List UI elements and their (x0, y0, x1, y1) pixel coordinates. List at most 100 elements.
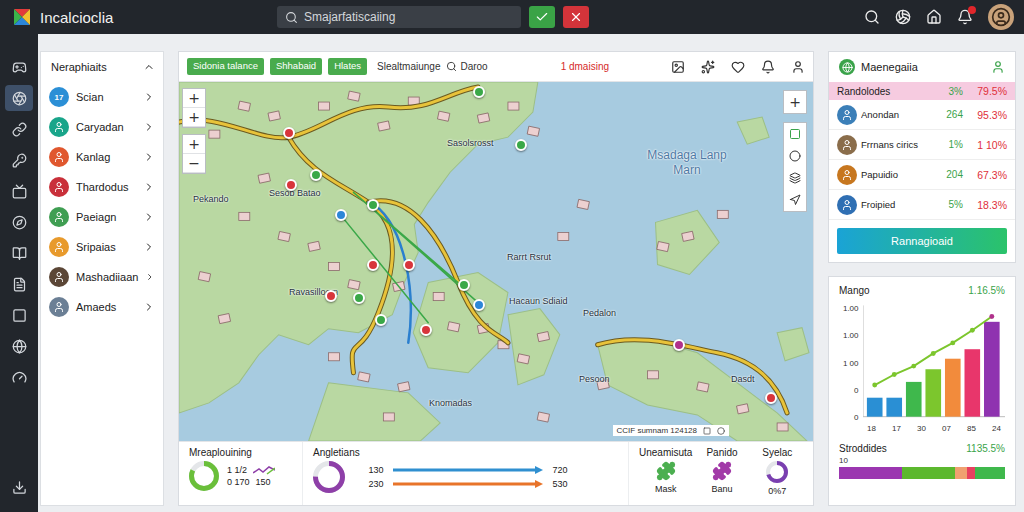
rail-button[interactable] (5, 474, 33, 500)
zoom-button[interactable]: + (183, 135, 205, 154)
map-pin[interactable] (403, 259, 415, 271)
zoom-button[interactable]: + (183, 108, 205, 127)
bell-icon[interactable] (761, 60, 775, 74)
sidebar-item[interactable]: Amaeds (41, 292, 163, 322)
trend-stroke (393, 466, 543, 474)
map-pin[interactable] (285, 179, 297, 191)
zoom-button[interactable]: − (183, 154, 205, 173)
filter-tag[interactable]: Shhabaid (270, 58, 322, 74)
download-icon (12, 480, 27, 495)
table-header: Randolodes3%79.5% (829, 82, 1015, 100)
tool-button[interactable] (784, 123, 806, 145)
trend-ring (313, 461, 345, 493)
rail-button[interactable] (5, 333, 33, 359)
image-icon[interactable] (671, 60, 685, 74)
rail-button[interactable] (5, 302, 33, 328)
sidebar-item[interactable]: Caryadan (41, 112, 163, 142)
item-label: Mashadiiaan (76, 271, 138, 283)
sidebar-header[interactable]: Neraphiaits (41, 52, 163, 82)
zoom-button[interactable]: + (183, 89, 205, 108)
row-avatar (837, 165, 857, 185)
table-row[interactable]: Papuidio20467.3% (829, 160, 1015, 190)
rail-button[interactable] (5, 54, 33, 80)
user-icon[interactable] (991, 60, 1005, 74)
map-pin[interactable] (458, 279, 470, 291)
search-icon[interactable] (864, 9, 880, 25)
rail-button[interactable] (5, 116, 33, 142)
heart-icon[interactable] (731, 60, 745, 74)
person-icon (53, 301, 65, 313)
map-canvas[interactable] (179, 82, 813, 441)
bar (964, 349, 980, 416)
rail-button[interactable] (5, 271, 33, 297)
map-pin[interactable] (515, 139, 527, 151)
table-row[interactable]: Frrnans cirics1%1 10% (829, 130, 1015, 160)
sidebar-item[interactable]: 17Scian (41, 82, 163, 112)
bar-segment (975, 467, 1005, 479)
rail-button[interactable] (5, 85, 33, 111)
person-icon (53, 211, 65, 223)
map[interactable]: Msadaga Lanp MarnPekandoSesob BataoSasol… (179, 82, 813, 441)
map-search[interactable]: Daroo (446, 61, 487, 72)
user-avatar[interactable] (988, 4, 1014, 30)
map-pin[interactable] (673, 339, 685, 351)
chevron-right-icon (143, 211, 155, 223)
sidebar-item[interactable]: Kanlag (41, 142, 163, 172)
confirm-button[interactable] (529, 6, 555, 28)
tool-button[interactable] (784, 189, 806, 211)
map-pin[interactable] (325, 290, 337, 302)
sidebar-item[interactable]: Thardodus (41, 172, 163, 202)
map-pin[interactable] (367, 259, 379, 271)
map-pin[interactable] (367, 199, 379, 211)
summary-tile[interactable]: UneamisutaMask (639, 447, 692, 500)
sidebar-item[interactable]: Sripaias (41, 232, 163, 262)
filter-tag[interactable]: Sidonia talance (187, 58, 264, 74)
user-icon[interactable] (791, 60, 805, 74)
filter-tag[interactable]: Hlates (328, 58, 367, 74)
bar (925, 369, 941, 416)
map-pin[interactable] (473, 86, 485, 98)
tool-button[interactable] (784, 167, 806, 189)
map-pin[interactable] (335, 209, 347, 221)
map-pin[interactable] (420, 324, 432, 336)
add-button[interactable]: + (784, 91, 806, 113)
map-pin[interactable] (473, 299, 485, 311)
map-pin[interactable] (310, 169, 322, 181)
aperture-icon (12, 91, 27, 106)
rail-button[interactable] (5, 209, 33, 235)
ball-icon[interactable] (895, 9, 911, 25)
icon-rail (0, 34, 38, 512)
cancel-button[interactable] (563, 6, 589, 28)
table-row[interactable]: Anondan26495.3% (829, 100, 1015, 130)
primary-button[interactable]: Rannagioaid (837, 228, 1007, 254)
rail-button[interactable] (5, 240, 33, 266)
summary-row: Mreaplouining1 1/20 170150Angletians1307… (179, 441, 813, 505)
search-field[interactable]: Smajarfatiscaiing (277, 6, 521, 28)
map-pin[interactable] (283, 127, 295, 139)
notifications[interactable] (957, 9, 973, 25)
table-row[interactable]: Froipied5%18.3% (829, 190, 1015, 220)
bar (905, 382, 921, 417)
map-pin[interactable] (353, 292, 365, 304)
map-tools: + (783, 90, 807, 212)
sparkle-icon[interactable] (701, 60, 715, 74)
chart-card: Mango1.16.5%1.001.001 0000181730078524St… (828, 276, 1016, 506)
map-scale: CCIF sumnam 124128 (613, 425, 729, 436)
map-pin[interactable] (765, 392, 777, 404)
bar-segment (902, 467, 955, 479)
summary-tile[interactable]: Syelac0%7 (752, 447, 803, 500)
bar-segment (955, 467, 967, 479)
app-title: Incalcioclia (40, 9, 113, 26)
item-label: Amaeds (76, 301, 136, 313)
home-icon[interactable] (926, 9, 942, 25)
sidebar-item[interactable]: Paeiagn (41, 202, 163, 232)
rail-button[interactable] (5, 178, 33, 204)
rail-button[interactable] (5, 364, 33, 390)
tool-button[interactable] (784, 145, 806, 167)
map-pin[interactable] (375, 314, 387, 326)
rail-button[interactable] (5, 147, 33, 173)
sidebar-item[interactable]: Mashadiiaan (41, 262, 163, 292)
summary-title: Angletians (313, 447, 618, 458)
place-label: Pesoon (579, 374, 610, 384)
summary-tile[interactable]: PanidoBanu (696, 447, 747, 500)
